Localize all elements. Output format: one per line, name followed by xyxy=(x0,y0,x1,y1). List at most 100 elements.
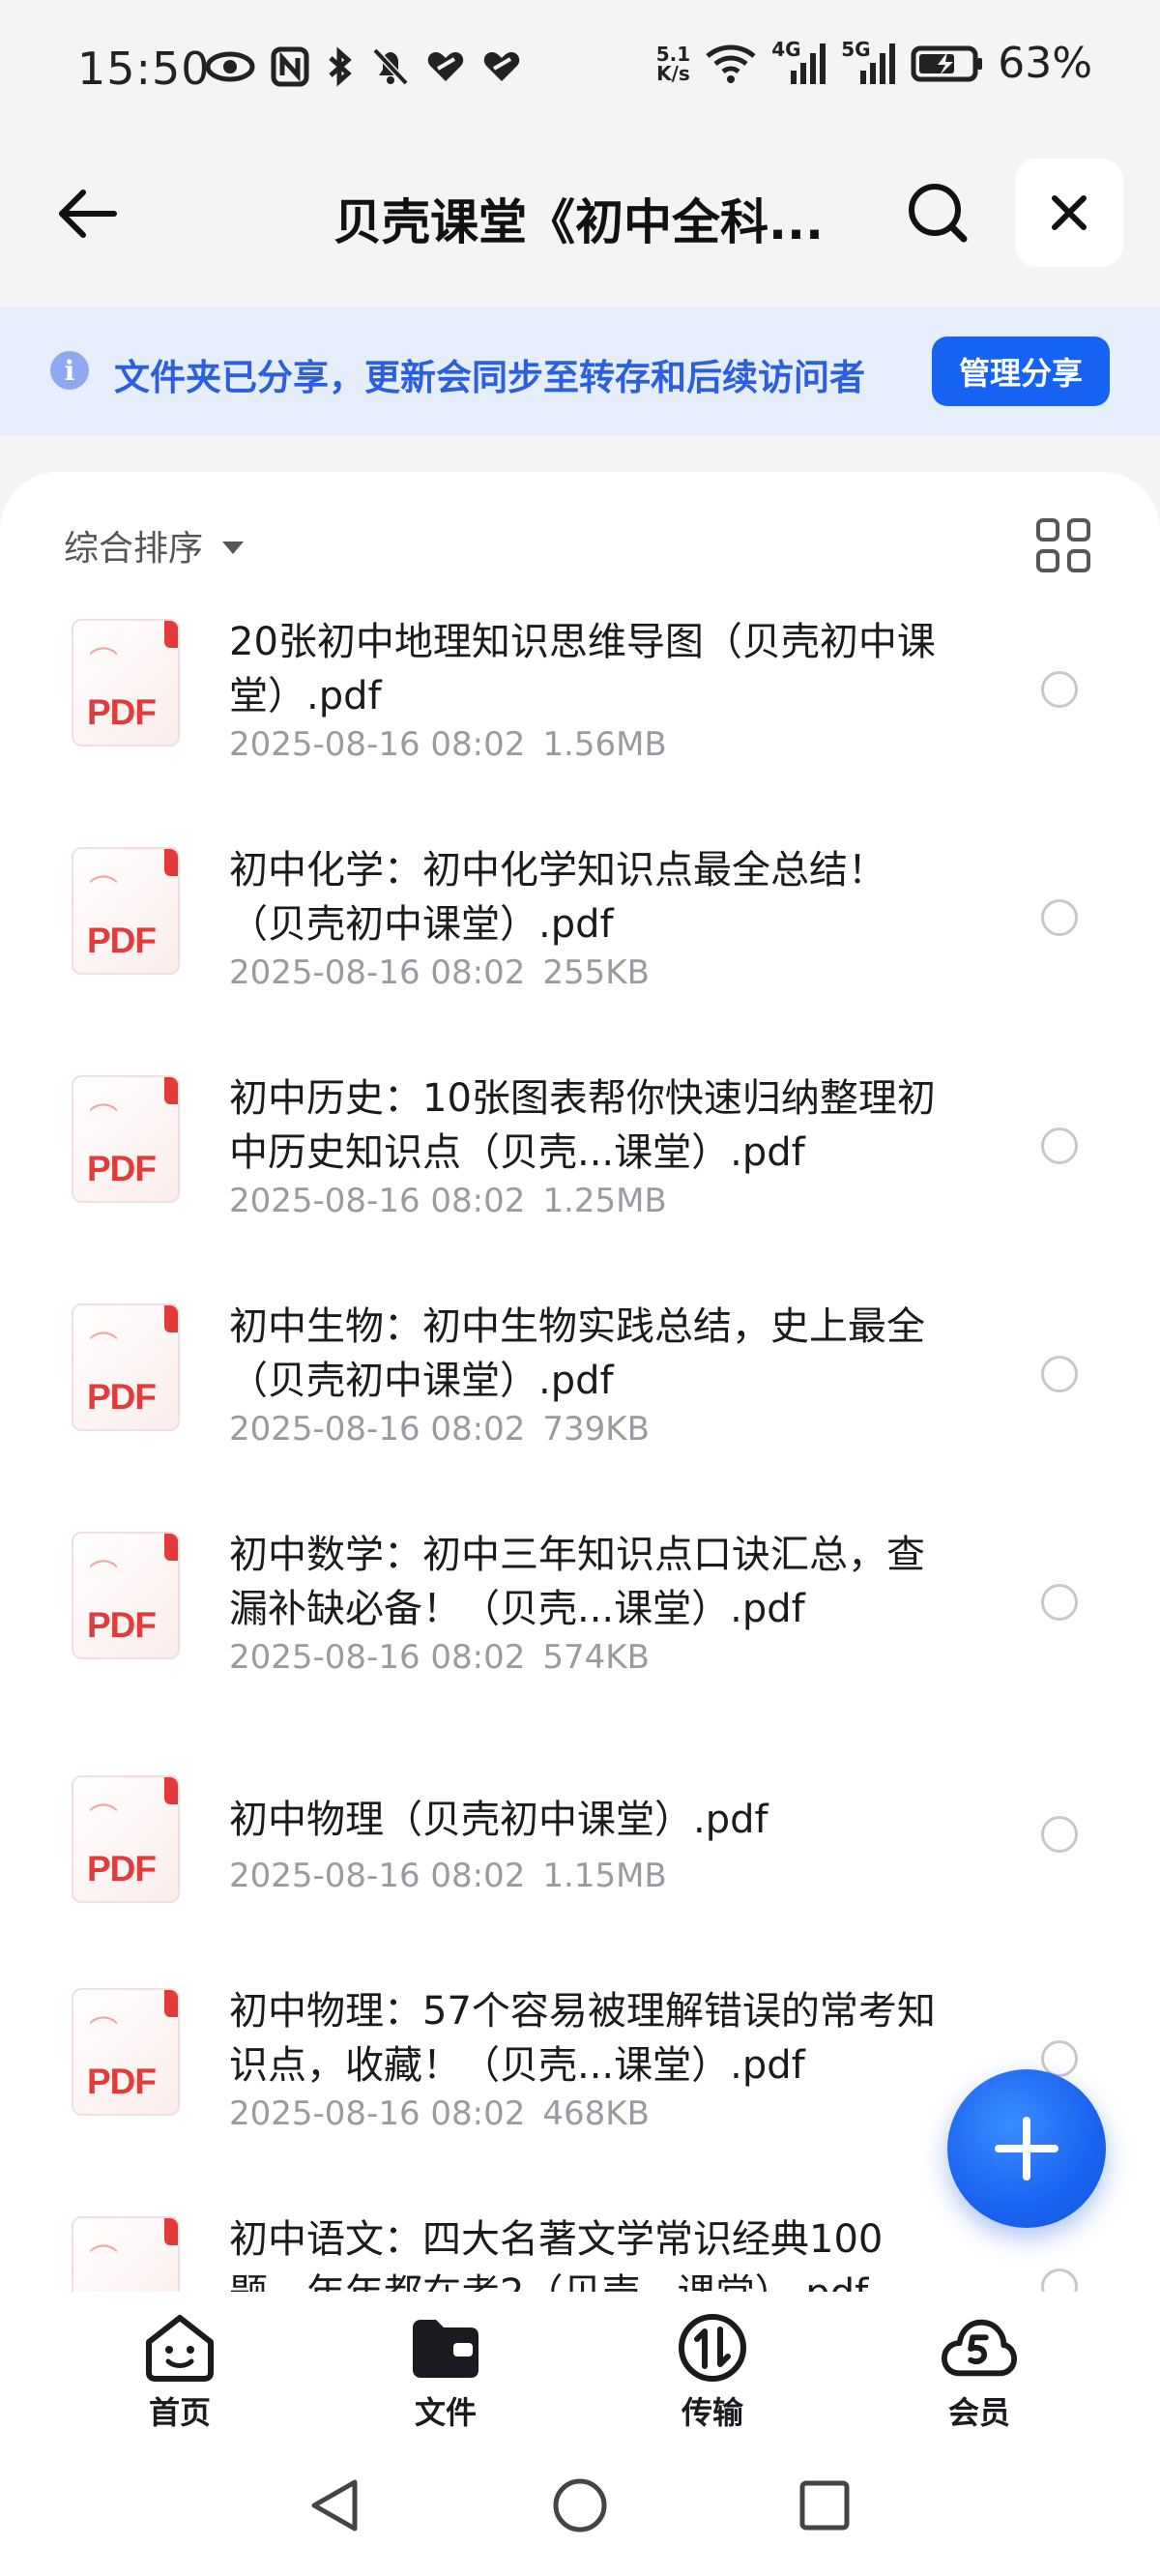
select-radio[interactable] xyxy=(1041,671,1078,708)
pdf-icon-label: PDF xyxy=(87,1149,157,1188)
plus-icon xyxy=(995,2117,1058,2181)
file-size: 739KB xyxy=(542,1410,650,1449)
file-meta: 2025-08-16 08:02 1.56MB xyxy=(229,725,667,764)
select-radio[interactable] xyxy=(1041,1127,1078,1164)
bluetooth-icon xyxy=(329,46,352,87)
folder-icon xyxy=(413,2320,478,2378)
file-date: 2025-08-16 08:02 xyxy=(229,725,526,764)
file-meta: 2025-08-16 08:02 574KB xyxy=(229,1638,650,1677)
pdf-icon-fold xyxy=(164,1990,178,2017)
file-name: 初中化学：初中化学知识点最全总结！（贝壳初中课堂）.pdf xyxy=(229,848,886,947)
transfer-icon xyxy=(679,2314,746,2382)
select-radio[interactable] xyxy=(1041,1816,1078,1853)
pdf-file-icon: ⌒ PDF xyxy=(72,1075,180,1203)
file-name: 20张初中地理知识思维导图（贝壳初中课堂）.pdf xyxy=(229,620,936,718)
file-row[interactable]: ⌒ PDF 初中生物：初中生物实践总结，史上最全（贝壳初中课堂）.pdf 2025-0… xyxy=(0,1290,1160,1518)
status-bar: 15:50 5.1 K/s 4G 5G 63% xyxy=(0,0,1160,143)
file-name: 初中数学：初中三年知识点口诀汇总，查漏补缺必备！（贝壳...课堂）.pdf xyxy=(229,1533,925,1631)
pdf-file-icon: ⌒ PDF xyxy=(72,847,180,975)
signal-bars-icon xyxy=(791,43,826,84)
bottom-navigation: 首页 文件 传输 会员 xyxy=(0,2292,1160,2437)
nav-files[interactable]: 文件 xyxy=(368,2311,523,2437)
file-meta: 2025-08-16 08:02 739KB xyxy=(229,1410,650,1449)
grid-cell xyxy=(1036,549,1059,572)
pdf-icon-label: PDF xyxy=(87,1849,157,1888)
pdf-icon-fold xyxy=(164,1077,178,1104)
file-size: 468KB xyxy=(542,2094,650,2133)
system-recents-button[interactable] xyxy=(791,2472,858,2539)
pdf-file-icon: ⌒ PDF xyxy=(72,1988,180,2116)
select-radio[interactable] xyxy=(1041,899,1078,936)
acrobat-glyph-icon: ⌒ xyxy=(89,2015,118,2049)
share-notice-banner: i 文件夹已分享，更新会同步至转存和后续访问者 管理分享 xyxy=(0,307,1160,435)
manage-share-button[interactable]: 管理分享 xyxy=(932,337,1110,406)
file-row[interactable]: ⌒ PDF 初中物理（贝壳初中课堂）.pdf 2025-08-16 08:02 1.15… xyxy=(0,1746,1160,1975)
nav-home[interactable]: 首页 xyxy=(102,2311,257,2437)
acrobat-glyph-icon: ⌒ xyxy=(89,1331,118,1364)
add-button[interactable] xyxy=(947,2069,1106,2228)
pdf-icon-fold xyxy=(164,2218,178,2245)
file-meta: 2025-08-16 08:02 1.25MB xyxy=(229,1182,667,1220)
close-button[interactable] xyxy=(1015,159,1123,267)
signal-5g: 5G xyxy=(841,38,897,86)
pdf-icon-label: PDF xyxy=(87,921,157,960)
acrobat-glyph-icon: ⌒ xyxy=(89,646,118,680)
file-size: 1.25MB xyxy=(542,1182,667,1220)
acrobat-glyph-icon: ⌒ xyxy=(89,1102,118,1136)
pdf-file-icon: ⌒ PDF xyxy=(72,1775,180,1903)
file-date: 2025-08-16 08:02 xyxy=(229,1857,526,1895)
nav-transfer[interactable]: 传输 xyxy=(635,2311,790,2437)
file-meta: 2025-08-16 08:02 468KB xyxy=(229,2094,650,2133)
file-date: 2025-08-16 08:02 xyxy=(229,1638,526,1677)
signal-4g: 4G xyxy=(771,38,827,86)
pdf-icon-label: PDF xyxy=(87,692,157,732)
file-date: 2025-08-16 08:02 xyxy=(229,953,526,992)
top-app-bar: 贝壳课堂《初中全科... xyxy=(0,145,1160,280)
system-home-button[interactable] xyxy=(546,2472,614,2539)
file-row[interactable]: ⌒ PDF 初中化学：初中化学知识点最全总结！（贝壳初中课堂）.pdf 2025-08… xyxy=(0,834,1160,1062)
info-icon: i xyxy=(50,351,89,390)
search-button[interactable] xyxy=(899,174,976,251)
battery-charging-icon xyxy=(911,45,983,81)
back-button[interactable] xyxy=(48,180,126,248)
file-size: 1.56MB xyxy=(542,725,667,764)
nav-vip[interactable]: 会员 xyxy=(902,2311,1057,2437)
share-notice-text: 文件夹已分享，更新会同步至转存和后续访问者 xyxy=(114,357,865,398)
sort-label: 综合排序 xyxy=(64,529,204,569)
grid-cell xyxy=(1067,518,1090,542)
acrobat-glyph-icon: ⌒ xyxy=(89,1802,118,1836)
triangle-back-icon xyxy=(311,2479,358,2532)
pdf-icon-fold xyxy=(164,1777,178,1804)
status-left-icons xyxy=(205,46,522,87)
pdf-icon-label: PDF xyxy=(87,2062,157,2101)
file-list-card: 综合排序 ⌒ PDF 20张初中地理知识思维导图（贝壳初中课堂）.pdf 2025-0… xyxy=(0,472,1160,2309)
grid-view-toggle[interactable] xyxy=(1036,518,1090,572)
system-navigation-bar xyxy=(0,2437,1160,2576)
file-name: 初中生物：初中生物实践总结，史上最全（贝壳初中课堂）.pdf xyxy=(229,1304,925,1403)
system-back-button[interactable] xyxy=(300,2472,367,2539)
circle-home-icon xyxy=(553,2478,607,2532)
mute-bell-icon xyxy=(372,47,409,86)
file-row[interactable]: ⌒ PDF 初中历史：10张图表帮你快速归纳整理初中历史知识点（贝壳...课堂）.p… xyxy=(0,1062,1160,1290)
pdf-icon-fold xyxy=(164,621,178,648)
heart-app-icon xyxy=(427,52,464,81)
pdf-icon-fold xyxy=(164,849,178,876)
square-recents-icon xyxy=(799,2480,850,2531)
file-row[interactable]: ⌒ PDF 初中数学：初中三年知识点口诀汇总，查漏补缺必备！（贝壳...课堂）.pd… xyxy=(0,1518,1160,1746)
pdf-file-icon: ⌒ PDF xyxy=(72,1303,180,1431)
nfc-icon xyxy=(271,46,309,87)
grid-cell xyxy=(1067,549,1090,572)
file-name: 初中物理：57个容易被理解错误的常考知识点，收藏！（贝壳...课堂）.pdf xyxy=(229,1989,936,2088)
file-row[interactable]: ⌒ PDF 20张初中地理知识思维导图（贝壳初中课堂）.pdf 2025-08-16 … xyxy=(0,605,1160,834)
vip-cloud-icon xyxy=(941,2319,1018,2377)
page-title: 贝壳课堂《初中全科... xyxy=(334,194,824,250)
battery-percent: 63% xyxy=(998,39,1092,88)
eye-icon xyxy=(205,51,255,82)
file-size: 1.15MB xyxy=(542,1857,667,1895)
sort-dropdown[interactable]: 综合排序 xyxy=(64,520,245,571)
select-radio[interactable] xyxy=(1041,1584,1078,1621)
select-radio[interactable] xyxy=(1041,1356,1078,1392)
signal-bars-icon xyxy=(860,43,896,84)
close-icon xyxy=(1052,195,1087,230)
file-date: 2025-08-16 08:02 xyxy=(229,1182,526,1220)
